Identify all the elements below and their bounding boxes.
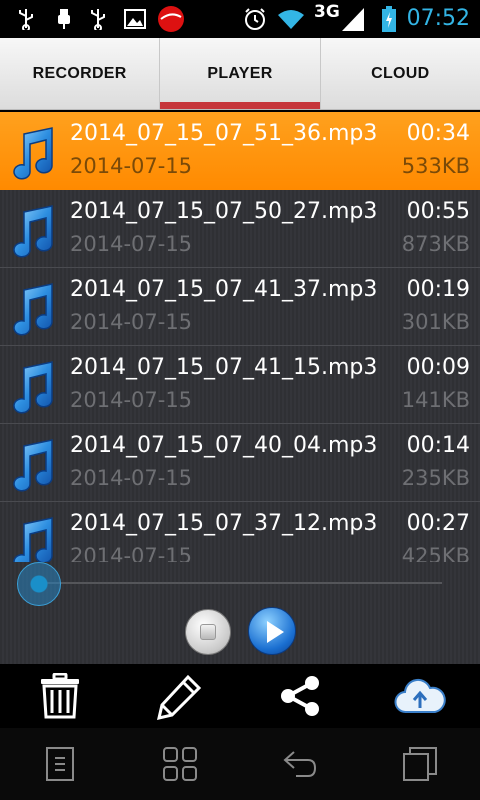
file-size: 235KB bbox=[401, 466, 470, 490]
file-name: 2014_07_15_07_40_04.mp3 bbox=[70, 433, 378, 458]
recents-icon bbox=[403, 747, 437, 781]
file-name: 2014_07_15_07_41_15.mp3 bbox=[70, 355, 378, 380]
trash-icon bbox=[41, 673, 79, 719]
player-controls bbox=[0, 562, 480, 664]
navigation-bar bbox=[0, 728, 480, 800]
file-duration: 00:09 bbox=[406, 355, 470, 380]
cloud-upload-icon bbox=[394, 678, 446, 714]
usb-icon bbox=[86, 0, 110, 38]
music-note-icon bbox=[8, 360, 56, 414]
signal-icon bbox=[340, 0, 366, 38]
music-note-icon bbox=[8, 516, 56, 562]
recording-list[interactable]: 2014_07_15_07_51_36.mp3 00:34 2014-07-15… bbox=[0, 112, 480, 562]
file-size: 533KB bbox=[401, 154, 470, 178]
play-icon bbox=[267, 621, 284, 643]
usb-debug-icon bbox=[52, 0, 76, 38]
music-note-icon bbox=[8, 282, 56, 336]
music-note-icon bbox=[8, 204, 56, 258]
file-duration: 00:14 bbox=[406, 433, 470, 458]
action-bar bbox=[0, 664, 480, 728]
status-bar: 3G 07:52 bbox=[0, 0, 480, 38]
pencil-icon bbox=[156, 674, 202, 720]
file-name: 2014_07_15_07_41_37.mp3 bbox=[70, 277, 378, 302]
file-name: 2014_07_15_07_37_12.mp3 bbox=[70, 511, 378, 536]
file-duration: 00:27 bbox=[406, 511, 470, 536]
usb-icon bbox=[14, 0, 38, 38]
file-date: 2014-07-15 bbox=[70, 154, 193, 178]
share-button[interactable] bbox=[270, 666, 330, 726]
list-item[interactable]: 2014_07_15_07_40_04.mp3 00:14 2014-07-15… bbox=[0, 424, 480, 502]
file-name: 2014_07_15_07_51_36.mp3 bbox=[70, 121, 378, 146]
rename-button[interactable] bbox=[150, 666, 210, 726]
image-icon bbox=[122, 0, 148, 38]
menu-icon bbox=[46, 747, 74, 781]
network-type: 3G bbox=[314, 2, 340, 22]
list-item[interactable]: 2014_07_15_07_37_12.mp3 00:27 2014-07-15… bbox=[0, 502, 480, 562]
recents-button[interactable] bbox=[390, 734, 450, 794]
delete-button[interactable] bbox=[30, 666, 90, 726]
file-duration: 00:19 bbox=[406, 277, 470, 302]
music-note-icon bbox=[8, 438, 56, 492]
file-size: 301KB bbox=[401, 310, 470, 334]
stop-button[interactable] bbox=[185, 609, 231, 655]
list-item[interactable]: 2014_07_15_07_41_15.mp3 00:09 2014-07-15… bbox=[0, 346, 480, 424]
list-item[interactable]: 2014_07_15_07_51_36.mp3 00:34 2014-07-15… bbox=[0, 112, 480, 190]
share-icon bbox=[281, 676, 319, 716]
music-note-icon bbox=[8, 126, 56, 180]
tab-cloud[interactable]: CLOUD bbox=[319, 38, 480, 109]
tab-bar: RECORDER PLAYER CLOUD bbox=[0, 38, 480, 110]
cloud-upload-button[interactable] bbox=[390, 666, 450, 726]
alarm-icon bbox=[242, 0, 268, 38]
seek-bar[interactable] bbox=[38, 582, 442, 584]
file-date: 2014-07-15 bbox=[70, 466, 193, 490]
file-date: 2014-07-15 bbox=[70, 388, 193, 412]
back-icon bbox=[283, 751, 317, 777]
clock: 07:52 bbox=[406, 6, 470, 31]
file-size: 141KB bbox=[401, 388, 470, 412]
back-button[interactable] bbox=[270, 734, 330, 794]
seek-thumb[interactable] bbox=[17, 562, 61, 606]
tab-recorder[interactable]: RECORDER bbox=[0, 38, 159, 109]
app-record-icon bbox=[156, 0, 186, 38]
file-size: 873KB bbox=[401, 232, 470, 256]
tab-player[interactable]: PLAYER bbox=[159, 38, 320, 109]
file-duration: 00:55 bbox=[406, 199, 470, 224]
file-date: 2014-07-15 bbox=[70, 544, 193, 562]
list-item[interactable]: 2014_07_15_07_50_27.mp3 00:55 2014-07-15… bbox=[0, 190, 480, 268]
file-name: 2014_07_15_07_50_27.mp3 bbox=[70, 199, 378, 224]
apps-button[interactable] bbox=[150, 734, 210, 794]
apps-icon bbox=[163, 747, 197, 781]
file-duration: 00:34 bbox=[406, 121, 470, 146]
menu-button[interactable] bbox=[30, 734, 90, 794]
stop-icon bbox=[200, 624, 216, 640]
wifi-icon bbox=[276, 0, 306, 38]
battery-charging-icon bbox=[380, 0, 398, 38]
file-size: 425KB bbox=[401, 544, 470, 562]
file-date: 2014-07-15 bbox=[70, 310, 193, 334]
list-item[interactable]: 2014_07_15_07_41_37.mp3 00:19 2014-07-15… bbox=[0, 268, 480, 346]
file-date: 2014-07-15 bbox=[70, 232, 193, 256]
play-button[interactable] bbox=[248, 607, 296, 655]
